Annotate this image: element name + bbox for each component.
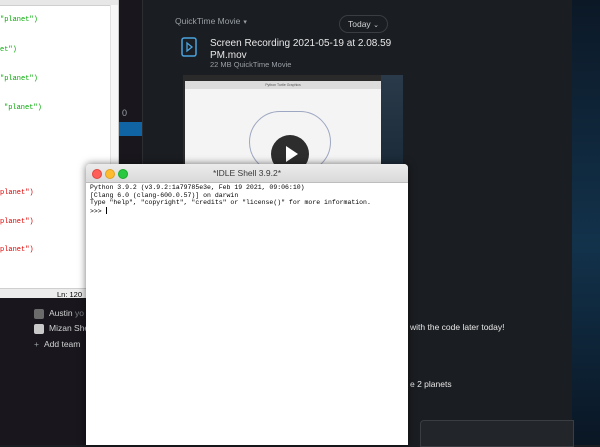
video-file-icon [181,37,197,57]
line-number: Ln: 120 [57,290,83,298]
code-line[interactable]: "planet") [0,16,38,24]
file-type-label: QuickTime Movie [175,16,241,26]
editor-titlebar[interactable] [0,0,118,6]
sidebar-selected-item[interactable] [118,122,142,136]
member-name: Mizan She [49,323,90,333]
text-cursor [105,206,107,214]
shell-line: Python 3.9.2 (v3.9.2:1a79785e3e, Feb 19 … [90,184,305,191]
add-teammates-label: Add team [43,339,81,349]
window-titlebar[interactable]: *IDLE Shell 3.9.2* [86,164,408,183]
shell-output[interactable]: Python 3.9.2 (v3.9.2:1a79785e3e, Feb 19 … [90,184,371,215]
minimize-button[interactable] [105,169,115,179]
idle-shell-window: *IDLE Shell 3.9.2* Python 3.9.2 (v3.9.2:… [86,164,408,445]
plus-icon: + [34,339,39,349]
member-subtitle: yo [75,308,84,318]
maximize-button[interactable] [118,169,128,179]
message-composer[interactable] [420,420,574,447]
date-divider-button[interactable]: Today ⌄ [339,15,388,33]
file-attachment[interactable]: Screen Recording 2021-05-19 at 2.08.59 P… [176,33,407,73]
video-preview[interactable]: Python Turtle Graphics [183,75,403,173]
add-teammates-button[interactable]: + Add team [34,338,80,350]
chevron-down-icon: ▾ [243,19,247,26]
code-line[interactable]: "planet") [4,104,42,112]
shell-prompt: >>> [90,207,106,215]
code-line[interactable]: planet") [0,246,34,254]
close-button[interactable] [92,169,102,179]
code-line[interactable]: planet") [0,218,34,226]
desktop-edge [572,0,600,445]
shell-prompt-line[interactable]: >>> [90,206,371,216]
member-name: Austin [49,308,73,318]
avatar [34,323,44,334]
code-line[interactable]: planet") [0,189,34,197]
code-line[interactable]: et") [0,46,17,54]
file-meta: 22 MB QuickTime Movie [210,60,292,69]
video-background-strip [381,75,403,170]
member-row[interactable]: Austin yo [34,307,84,319]
file-name[interactable]: Screen Recording 2021-05-19 at 2.08.59 P… [210,38,400,62]
window-title: *IDLE Shell 3.9.2* [212,168,282,178]
shell-line: [Clang 6.0 (clang-600.0.57)] on darwin [90,191,239,199]
avatar [34,308,44,319]
chevron-down-icon: ⌄ [373,22,379,29]
sidebar-fragment: 0 [122,108,128,118]
message-text: with the code later today! [410,322,505,332]
video-window-title: Python Turtle Graphics [185,81,381,89]
member-row[interactable]: Mizan She [34,322,89,334]
date-label: Today [348,19,371,29]
shell-line: Type "help", "copyright", "credits" or "… [90,199,371,207]
message-text: e 2 planets [410,379,452,389]
file-type-dropdown[interactable]: QuickTime Movie ▾ [175,16,247,26]
code-line[interactable]: "planet") [0,75,38,83]
